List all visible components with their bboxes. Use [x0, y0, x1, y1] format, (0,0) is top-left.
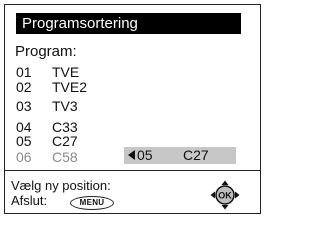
hint-select-position: Vælg ny position:: [11, 178, 111, 193]
program-row[interactable]: 02 TVE2: [16, 80, 87, 94]
hint-exit: Afslut:: [11, 193, 48, 208]
program-name: TVE2: [52, 79, 88, 95]
program-number: 05: [16, 133, 32, 149]
program-number: 01: [16, 64, 32, 80]
ok-navigation-key-icon: OK: [210, 180, 240, 210]
program-name: C58: [52, 149, 78, 165]
moving-program-highlight[interactable]: 05 C27: [124, 147, 236, 164]
menu-title: Programsortering: [16, 13, 241, 34]
program-label: Program:: [15, 43, 77, 60]
program-name: C33: [52, 119, 78, 135]
program-number: 02: [16, 79, 32, 95]
program-row-target[interactable]: 06 C58: [16, 150, 78, 164]
ok-key-label: OK: [218, 191, 232, 201]
program-name: C27: [52, 133, 78, 149]
menu-key-icon: MENU: [70, 196, 114, 210]
program-row[interactable]: 01 TVE: [16, 65, 79, 79]
program-number: 06: [16, 149, 32, 165]
program-name: TV3: [52, 98, 78, 114]
program-name: TVE: [52, 64, 80, 80]
moving-program-name: C27: [183, 147, 209, 163]
left-arrow-icon: [128, 150, 135, 160]
moving-program-number: 05: [137, 147, 153, 163]
program-row[interactable]: 05 C27: [16, 134, 78, 148]
program-number: 03: [16, 98, 32, 114]
program-number: 04: [16, 119, 32, 135]
program-row[interactable]: 03 TV3: [16, 99, 78, 113]
program-row[interactable]: 04 C33: [16, 120, 78, 134]
footer-divider: [4, 170, 261, 171]
